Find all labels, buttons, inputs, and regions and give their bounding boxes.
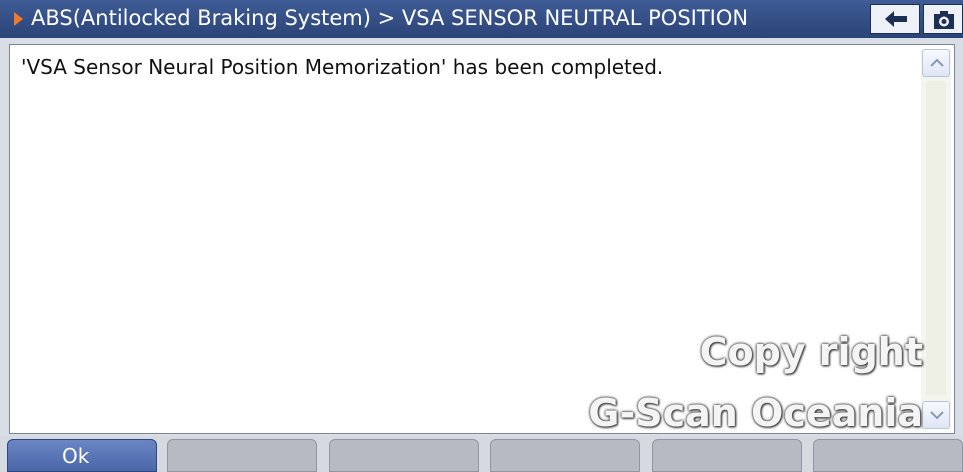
chevron-down-icon (930, 411, 944, 420)
screen-capture-icon (934, 11, 954, 29)
arrow-left-icon (885, 11, 907, 27)
title-bar: ABS(Antilocked Braking System) > VSA SEN… (0, 0, 963, 38)
watermark-line-1: Copy right (699, 330, 923, 374)
function-button-2[interactable] (167, 439, 317, 472)
scroll-track[interactable] (926, 81, 946, 395)
breadcrumb: ABS(Antilocked Braking System) > VSA SEN… (31, 6, 749, 30)
function-button-4[interactable] (490, 439, 640, 472)
completion-message: 'VSA Sensor Neural Position Memorization… (21, 55, 664, 79)
scroll-up-button[interactable] (922, 49, 950, 77)
play-arrow-icon (14, 12, 23, 26)
function-button-bar: Ok (0, 436, 963, 472)
function-button-6[interactable] (813, 439, 963, 472)
message-panel: 'VSA Sensor Neural Position Memorization… (9, 44, 955, 434)
ok-button[interactable]: Ok (7, 439, 157, 472)
chevron-up-icon (930, 58, 944, 67)
scroll-down-button[interactable] (922, 401, 950, 429)
function-button-3[interactable] (329, 439, 479, 472)
vertical-scrollbar[interactable] (921, 49, 951, 429)
screen-capture-button[interactable] (923, 4, 963, 34)
watermark-line-2: G-Scan Oceania (588, 391, 923, 435)
back-button[interactable] (870, 4, 920, 34)
function-button-5[interactable] (652, 439, 802, 472)
